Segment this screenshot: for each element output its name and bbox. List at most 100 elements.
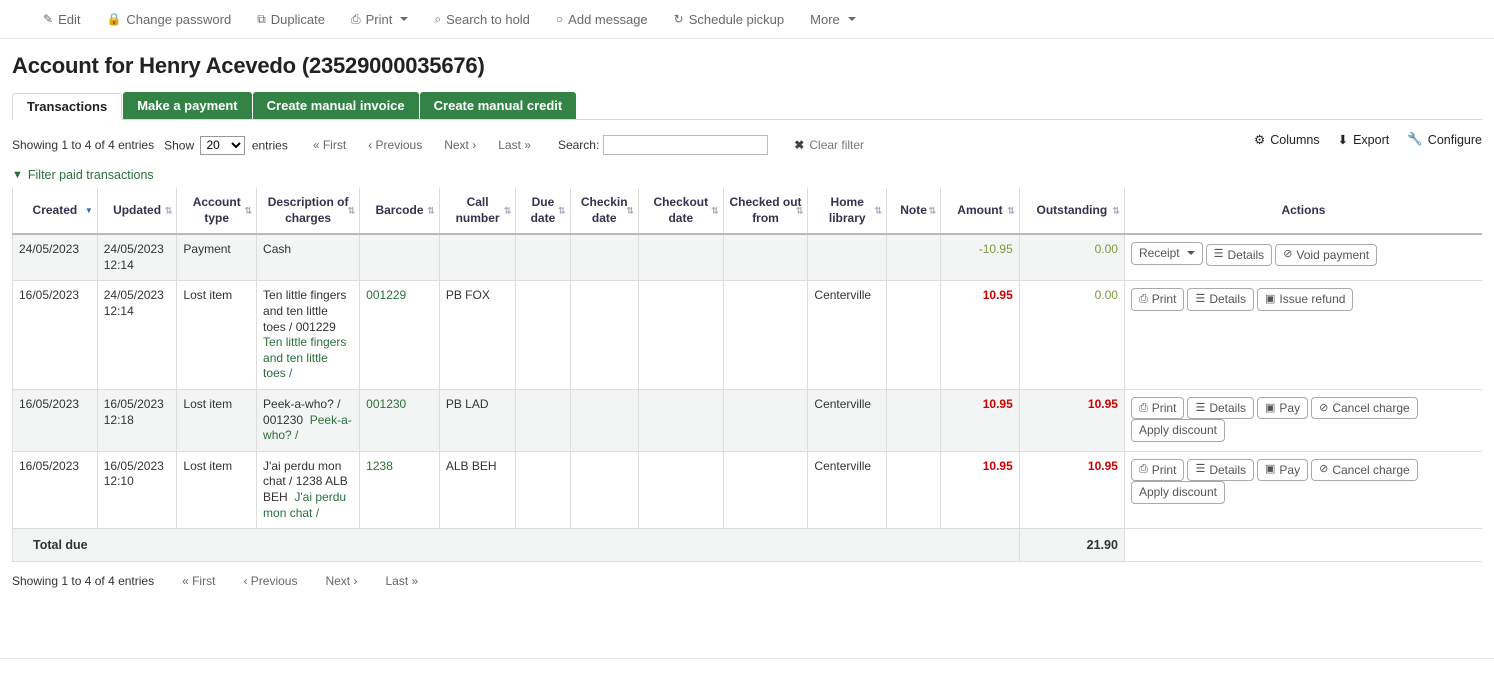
barcode-link[interactable]: 001230 [366, 397, 406, 411]
search-control: Search: [558, 135, 768, 155]
action-void-payment-button[interactable]: ⊘Void payment [1275, 244, 1377, 266]
toolbar-item-edit[interactable]: ✎Edit [30, 8, 93, 31]
barcode-link[interactable]: 001229 [366, 288, 406, 302]
action-button-label: Details [1209, 463, 1246, 477]
column-header-account-type[interactable]: Account type⇅ [177, 188, 257, 234]
column-header-updated[interactable]: Updated⇅ [97, 188, 177, 234]
column-header-outstanding[interactable]: Outstanding⇅ [1019, 188, 1124, 234]
action-details-button[interactable]: ☰Details [1187, 397, 1254, 419]
toolbar-item-print[interactable]: ⎙Print [338, 8, 421, 31]
column-header-label: Barcode [375, 203, 423, 217]
column-header-checked-out-from[interactable]: Checked out from⇅ [723, 188, 808, 234]
cell-checkin-date [570, 281, 638, 390]
action-cancel-charge-button[interactable]: ⊘Cancel charge [1311, 459, 1418, 481]
barcode-link[interactable]: 1238 [366, 459, 393, 473]
toolbar-item-duplicate[interactable]: ⧉Duplicate [244, 8, 338, 31]
cell-checkout-date [638, 389, 723, 451]
column-header-description-of-charges[interactable]: Description of charges⇅ [257, 188, 360, 234]
action-apply-discount-button[interactable]: Apply discount [1131, 481, 1225, 503]
total-due-row: Total due 21.90 [13, 529, 1483, 562]
refresh-icon: ↻ [674, 13, 684, 25]
column-header-home-library[interactable]: Home library⇅ [808, 188, 887, 234]
tab-make-a-payment[interactable]: Make a payment [123, 92, 251, 119]
column-header-label: Call number [456, 195, 500, 225]
cell-note [887, 451, 941, 528]
action-print-button[interactable]: ⎙Print [1131, 459, 1185, 481]
cell-updated: 24/05/2023 12:14 [97, 281, 177, 390]
tab-create-manual-credit[interactable]: Create manual credit [420, 92, 577, 119]
action-apply-discount-button[interactable]: Apply discount [1131, 419, 1225, 441]
column-header-label: Actions [1281, 203, 1325, 217]
pagination-last-top[interactable]: Last » [487, 138, 542, 152]
action-cancel-charge-button[interactable]: ⊘Cancel charge [1311, 397, 1418, 419]
pagination-previous-bottom[interactable]: ‹ Previous [229, 574, 311, 588]
column-header-label: Due date [531, 195, 556, 225]
action-toolbar: ✎Edit🔒Change password⧉Duplicate⎙Print⌕Se… [0, 0, 1494, 39]
cell-actions: ⎙Print☰Details▣Pay⊘Cancel charge Apply di… [1124, 389, 1482, 451]
column-header-due-date[interactable]: Due date⇅ [516, 188, 570, 234]
toolbar-item-label: Duplicate [271, 12, 325, 27]
cell-checkin-date [570, 234, 638, 281]
cell-actions: ⎙Print☰Details▣Issue refund [1124, 281, 1482, 390]
column-header-barcode[interactable]: Barcode⇅ [360, 188, 440, 234]
page-length-select[interactable]: 102050100All [200, 136, 245, 155]
pagination-first-bottom[interactable]: « First [168, 574, 229, 588]
toolbar-item-schedule-pickup[interactable]: ↻Schedule pickup [661, 8, 797, 31]
toolbar-item-more[interactable]: More [797, 8, 869, 31]
account-tabs: TransactionsMake a paymentCreate manual … [12, 93, 1482, 120]
export-button[interactable]: ⬇ Export [1338, 132, 1390, 147]
action-button-label: Void payment [1296, 248, 1369, 262]
tab-create-manual-invoice[interactable]: Create manual invoice [253, 92, 419, 119]
pagination-next-top[interactable]: Next › [433, 138, 487, 152]
toolbar-item-add-message[interactable]: ○Add message [543, 8, 661, 31]
configure-button[interactable]: 🔧 Configure [1407, 132, 1482, 147]
tab-transactions[interactable]: Transactions [12, 93, 122, 120]
pagination-next-bottom[interactable]: Next › [311, 574, 371, 588]
cell-home-library: Centerville [808, 389, 887, 451]
pagination-last-bottom[interactable]: Last » [371, 574, 432, 588]
action-receipt-button[interactable]: Receipt [1131, 242, 1203, 264]
action-pay-button[interactable]: ▣Pay [1257, 459, 1308, 481]
action-pay-button[interactable]: ▣Pay [1257, 397, 1308, 419]
cell-updated: 16/05/2023 12:18 [97, 389, 177, 451]
search-input[interactable] [603, 135, 768, 155]
action-details-button[interactable]: ☰Details [1187, 288, 1254, 310]
column-header-note[interactable]: Note⇅ [887, 188, 941, 234]
cell-account-type: Lost item [177, 281, 257, 390]
table-row: 16/05/202316/05/2023 12:18Lost itemPeek-… [13, 389, 1483, 451]
printer-icon: ⎙ [1139, 463, 1148, 476]
table-head: Created▼Updated⇅Account type⇅Description… [13, 188, 1483, 234]
column-header-call-number[interactable]: Call number⇅ [439, 188, 516, 234]
filter-icon: ▼ [12, 169, 23, 181]
action-details-button[interactable]: ☰Details [1187, 459, 1254, 481]
action-issue-refund-button[interactable]: ▣Issue refund [1257, 288, 1353, 310]
pagination-first-top[interactable]: « First [302, 138, 357, 152]
chevron-down-icon [400, 17, 408, 21]
toolbar-item-change-password[interactable]: 🔒Change password [93, 8, 244, 31]
description-title-link[interactable]: Ten little fingers and ten little toes / [263, 335, 346, 380]
columns-button[interactable]: ⚙ Columns [1254, 132, 1320, 147]
action-print-button[interactable]: ⎙Print [1131, 397, 1185, 419]
configure-label: Configure [1428, 133, 1482, 147]
column-header-amount[interactable]: Amount⇅ [941, 188, 1020, 234]
cell-created: 16/05/2023 [13, 281, 98, 390]
column-header-label: Checked out from [730, 195, 802, 225]
total-due-label: Total due [13, 529, 1020, 562]
sort-both-icon: ⇅ [929, 206, 937, 215]
action-print-button[interactable]: ⎙Print [1131, 288, 1185, 310]
sort-both-icon: ⇅ [874, 206, 882, 215]
pagination-previous-top[interactable]: ‹ Previous [357, 138, 433, 152]
cell-updated: 16/05/2023 12:10 [97, 451, 177, 528]
column-header-actions: Actions [1124, 188, 1482, 234]
clear-filter-button[interactable]: ✖ Clear filter [794, 138, 864, 152]
toolbar-item-search-to-hold[interactable]: ⌕Search to hold [421, 8, 543, 31]
column-header-checkin-date[interactable]: Checkin date⇅ [570, 188, 638, 234]
column-header-created[interactable]: Created▼ [13, 188, 98, 234]
money-icon: ▣ [1265, 293, 1275, 306]
column-header-checkout-date[interactable]: Checkout date⇅ [638, 188, 723, 234]
cell-due-date [516, 281, 570, 390]
column-header-label: Account type [193, 195, 241, 225]
cell-call-number [439, 234, 516, 281]
action-details-button[interactable]: ☰Details [1206, 244, 1273, 266]
filter-paid-transactions-link[interactable]: ▼ Filter paid transactions [12, 168, 154, 182]
